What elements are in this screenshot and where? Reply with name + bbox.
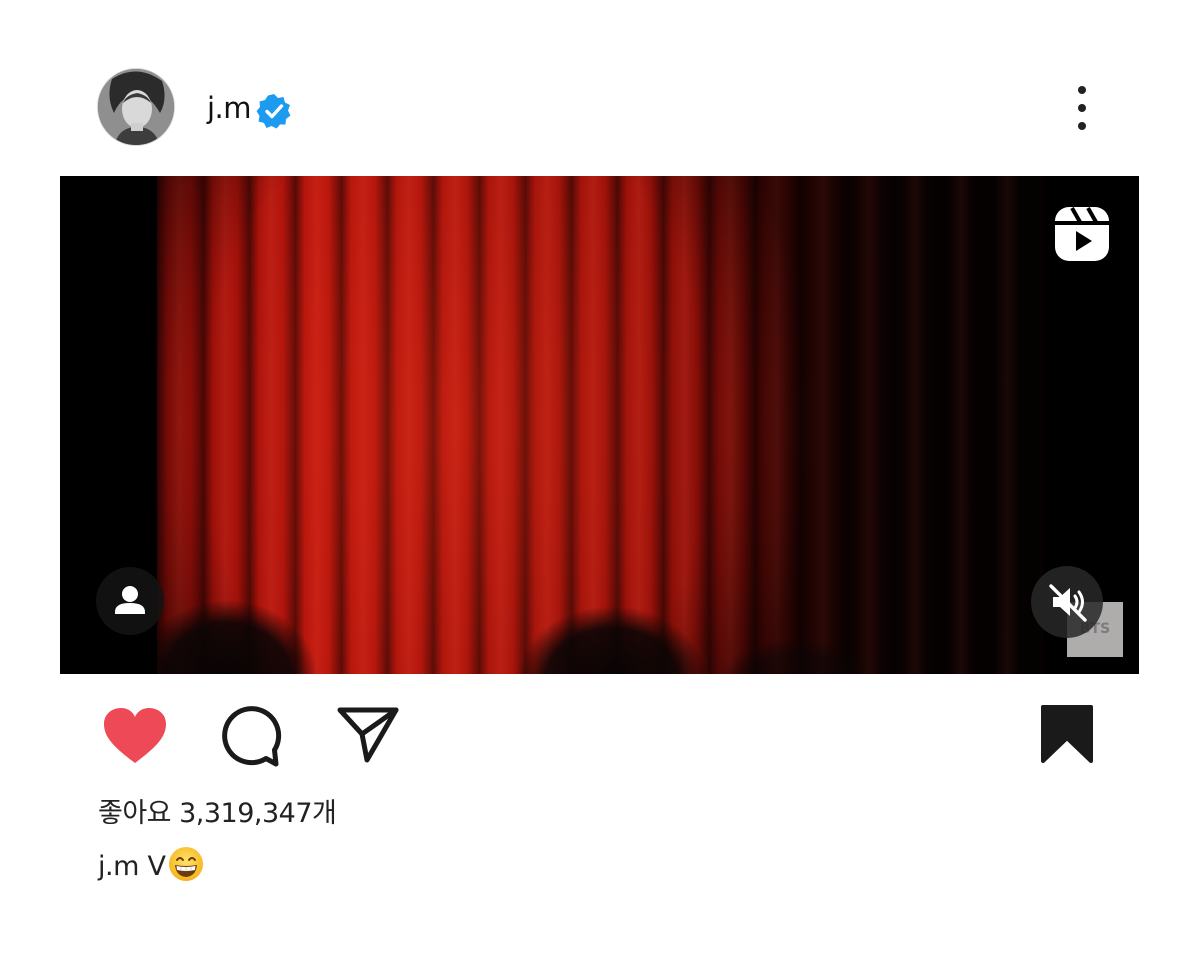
grinning-face-emoji-icon bbox=[168, 847, 203, 881]
caption-username[interactable]: j.m bbox=[98, 851, 139, 882]
speaker-muted-icon bbox=[1049, 584, 1087, 622]
likes-count[interactable]: 좋아요 3,319,347개 bbox=[98, 796, 337, 832]
heart-filled-icon[interactable] bbox=[102, 706, 168, 766]
caption-text: V bbox=[147, 851, 166, 882]
reels-icon[interactable] bbox=[1052, 204, 1112, 264]
bookmark-filled-icon[interactable] bbox=[1040, 704, 1094, 764]
tagged-users-button[interactable] bbox=[96, 567, 164, 635]
more-vertical-icon bbox=[1078, 86, 1086, 94]
comment-icon[interactable] bbox=[218, 704, 284, 768]
more-options-button[interactable] bbox=[1062, 82, 1102, 134]
post-caption: j.m V bbox=[98, 846, 204, 886]
post-header: j.m bbox=[0, 60, 1200, 156]
post-actions bbox=[0, 700, 1200, 770]
post-media[interactable]: BTS bbox=[60, 176, 1139, 674]
avatar[interactable] bbox=[97, 68, 175, 146]
mute-button[interactable] bbox=[1031, 566, 1103, 638]
video-frame[interactable] bbox=[157, 176, 1043, 674]
paper-plane-icon[interactable] bbox=[336, 704, 400, 764]
username[interactable]: j.m bbox=[207, 90, 252, 126]
audience-silhouette bbox=[157, 600, 874, 674]
user-tag-icon bbox=[115, 586, 145, 614]
verified-badge-icon bbox=[256, 94, 291, 129]
